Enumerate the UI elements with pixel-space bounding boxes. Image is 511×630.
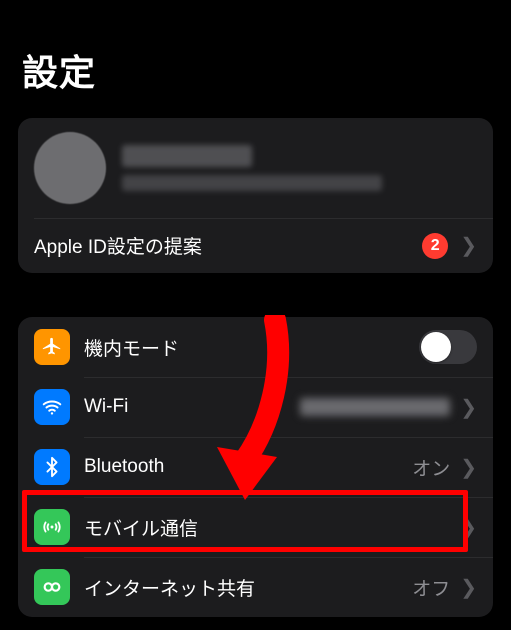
hotspot-value: オフ [412,574,450,601]
cellular-row[interactable]: モバイル通信 ❯ [18,497,493,557]
wifi-icon [34,389,70,425]
hotspot-icon [34,569,70,605]
airplane-mode-toggle[interactable] [419,330,477,364]
redacted-subtitle [122,175,382,191]
page-title: 設定 [22,44,493,96]
wifi-label: Wi-Fi [84,396,300,418]
airplane-mode-row[interactable]: 機内モード [18,317,493,377]
airplane-icon [34,329,70,365]
cellular-icon [34,509,70,545]
airplane-mode-label: 機内モード [84,334,419,361]
notification-badge: 2 [422,233,448,259]
apple-id-row[interactable] [18,118,493,218]
chevron-right-icon: ❯ [460,575,477,600]
wifi-value-redacted [300,398,450,416]
hotspot-row[interactable]: インターネット共有 オフ ❯ [18,557,493,617]
bluetooth-label: Bluetooth [84,456,412,478]
chevron-right-icon: ❯ [460,515,477,540]
bluetooth-icon [34,449,70,485]
hotspot-label: インターネット共有 [84,574,412,601]
redacted-name [122,145,252,167]
bluetooth-value: オン [412,454,450,481]
chevron-right-icon: ❯ [460,395,477,420]
apple-id-group: Apple ID設定の提案 2 ❯ [18,118,493,273]
chevron-right-icon: ❯ [460,233,477,258]
apple-id-suggestion-row[interactable]: Apple ID設定の提案 2 ❯ [18,218,493,273]
apple-id-suggestion-label: Apple ID設定の提案 [34,232,422,259]
chevron-right-icon: ❯ [460,455,477,480]
connectivity-group: 機内モード Wi-Fi ❯ Bluetooth オン ❯ [18,317,493,617]
avatar [34,132,106,204]
cellular-label: モバイル通信 [84,514,460,541]
wifi-row[interactable]: Wi-Fi ❯ [18,377,493,437]
bluetooth-row[interactable]: Bluetooth オン ❯ [18,437,493,497]
